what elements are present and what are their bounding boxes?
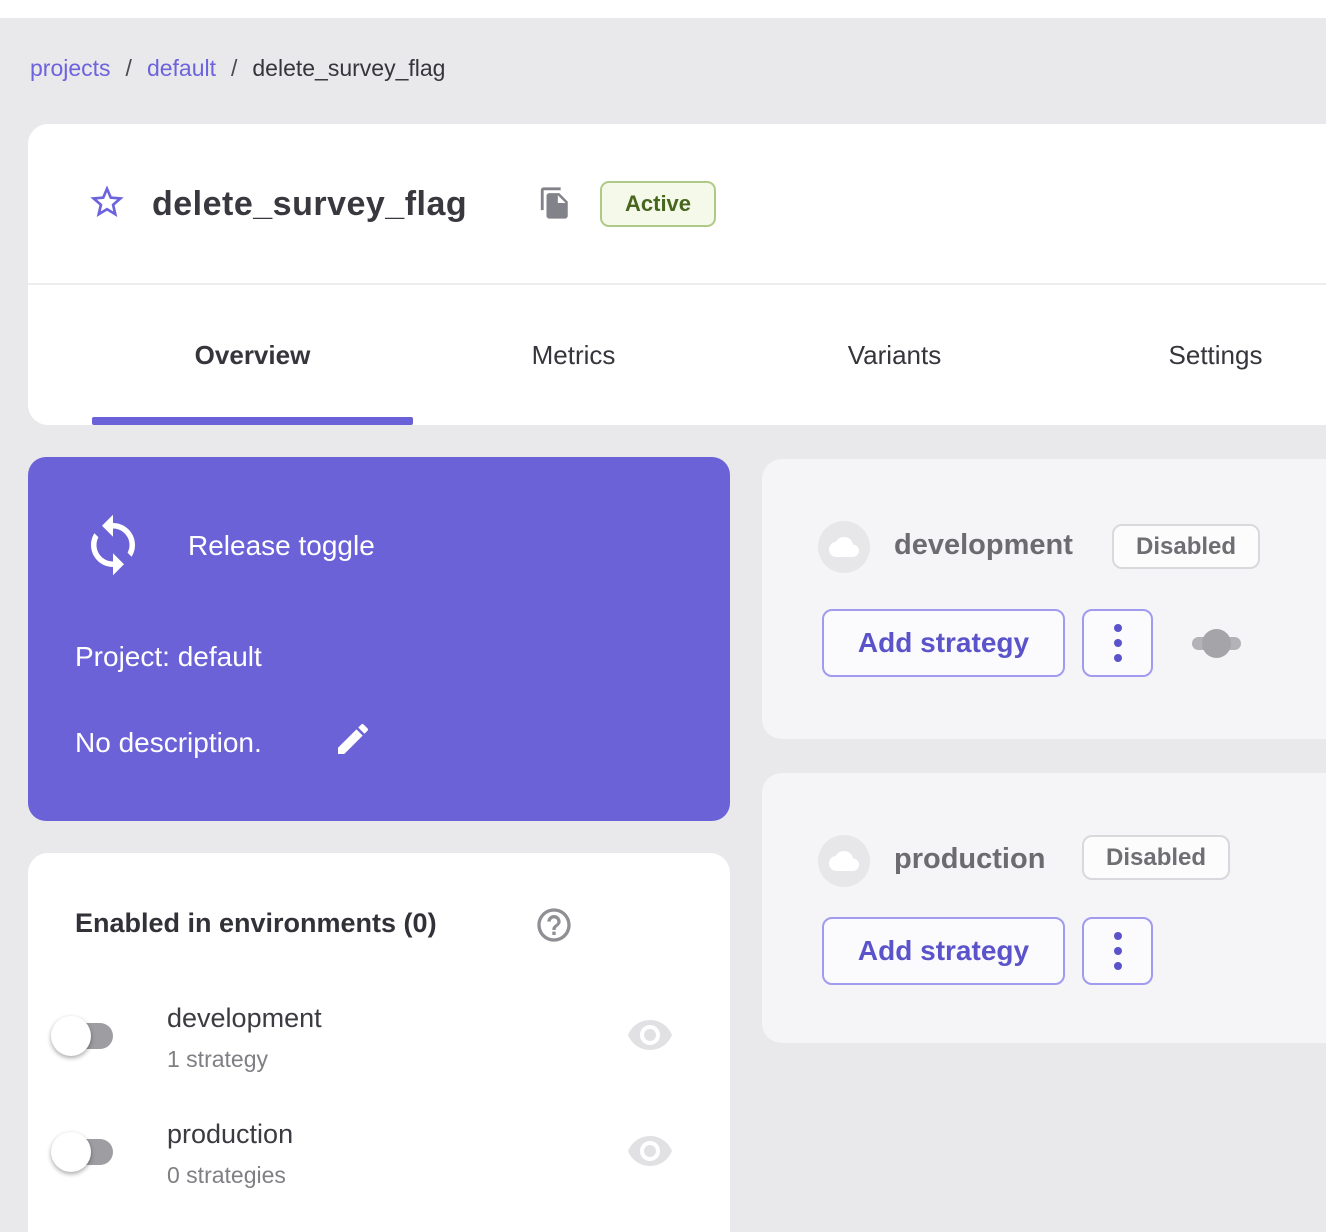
visibility-eye-icon[interactable] — [626, 1127, 674, 1175]
breadcrumb-current-flag: delete_survey_flag — [252, 55, 445, 82]
breadcrumb-separator: / — [231, 55, 237, 82]
more-options-kebab-button[interactable] — [1082, 609, 1153, 677]
kebab-dot — [1114, 624, 1122, 632]
window-top-strip — [0, 0, 1326, 18]
environment-toggle-development[interactable] — [51, 1013, 141, 1059]
environment-name: development — [167, 1003, 322, 1034]
environment-status-chip: Disabled — [1082, 835, 1230, 880]
breadcrumb: projects / default / delete_survey_flag — [30, 55, 445, 82]
description-label: No description. — [75, 724, 262, 762]
environment-card-title: production — [894, 843, 1045, 876]
feature-flag-page: projects / default / delete_survey_flag … — [0, 0, 1326, 1232]
active-tab-indicator — [92, 417, 413, 425]
add-strategy-button[interactable]: Add strategy — [822, 917, 1065, 985]
edit-description-pencil-icon[interactable] — [333, 719, 373, 759]
copy-icon[interactable] — [538, 186, 572, 220]
environment-toggle-production[interactable] — [51, 1129, 141, 1175]
enabled-environments-title: Enabled in environments (0) — [75, 908, 437, 939]
environment-strategy-count: 1 strategy — [167, 1046, 268, 1073]
environment-card-title: development — [894, 529, 1073, 562]
project-label: Project: default — [75, 638, 262, 676]
breadcrumb-separator: / — [126, 55, 132, 82]
enabled-environments-panel: Enabled in environments (0) development … — [28, 853, 730, 1232]
cloud-avatar — [818, 835, 870, 887]
help-icon[interactable] — [534, 905, 574, 945]
add-strategy-button[interactable]: Add strategy — [822, 609, 1065, 677]
cloud-icon — [829, 846, 859, 876]
kebab-dot — [1114, 962, 1122, 970]
kebab-dot — [1114, 947, 1122, 955]
cloud-avatar — [818, 521, 870, 573]
visibility-eye-icon[interactable] — [626, 1011, 674, 1059]
environment-card-production: production Disabled Add strategy — [762, 773, 1326, 1043]
more-options-kebab-button[interactable] — [1082, 917, 1153, 985]
kebab-dot — [1114, 932, 1122, 940]
switch-thumb — [51, 1016, 91, 1056]
breadcrumb-projects-link[interactable]: projects — [30, 55, 111, 82]
kebab-dot — [1114, 639, 1122, 647]
tab-overview[interactable]: Overview — [92, 285, 413, 425]
environment-name: production — [167, 1119, 293, 1150]
switch-thumb — [51, 1132, 91, 1172]
flag-tabbar: Overview Metrics Variants Settings — [28, 285, 1326, 425]
sync-icon — [80, 509, 146, 581]
cloud-icon — [829, 532, 859, 562]
tab-variants[interactable]: Variants — [734, 285, 1055, 425]
favorite-star-icon[interactable] — [87, 182, 127, 222]
environment-card-development: development Disabled Add strategy — [762, 459, 1326, 739]
toggle-type-label: Release toggle — [188, 527, 375, 565]
status-badge: Active — [600, 181, 716, 227]
environment-strategy-count: 0 strategies — [167, 1162, 286, 1189]
tab-metrics[interactable]: Metrics — [413, 285, 734, 425]
toggle-type-card: Release toggle Project: default No descr… — [28, 457, 730, 821]
page-title: delete_survey_flag — [152, 180, 467, 228]
kebab-dot — [1114, 654, 1122, 662]
tab-settings[interactable]: Settings — [1055, 285, 1326, 425]
environment-enable-switch[interactable] — [1190, 625, 1244, 661]
breadcrumb-project-default-link[interactable]: default — [147, 55, 216, 82]
switch-thumb — [1202, 629, 1231, 658]
flag-header-card: delete_survey_flag Active — [28, 124, 1326, 284]
environment-status-chip: Disabled — [1112, 524, 1260, 569]
